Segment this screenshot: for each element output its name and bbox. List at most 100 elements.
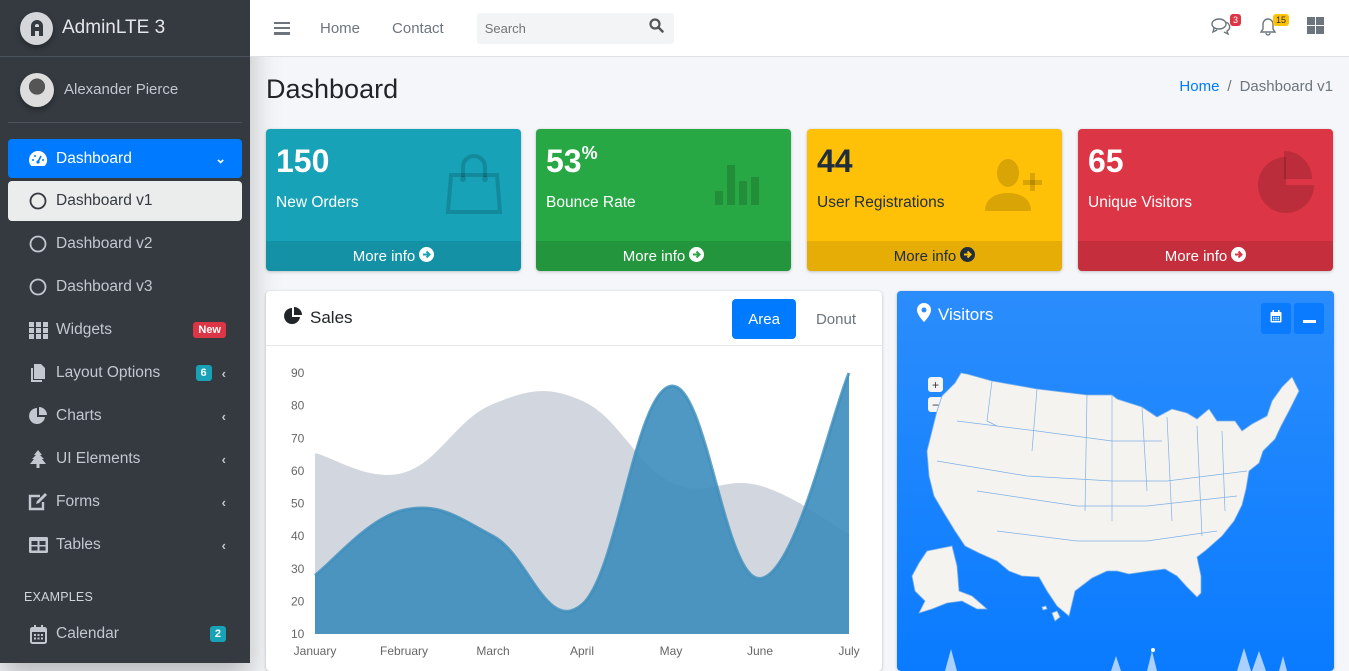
- chevron-left-icon: ‹: [221, 408, 226, 424]
- more-info-link[interactable]: More info: [807, 241, 1062, 271]
- y-tick-label: 20: [291, 594, 305, 608]
- arrow-circle-right-icon: [689, 246, 705, 266]
- sidebar-item-label: Dashboard v1: [56, 192, 153, 209]
- map-hawaii: [1041, 605, 1061, 622]
- hamburger-menu-icon[interactable]: [274, 21, 290, 35]
- sales-card: Sales Area Donut 10 20 30 40 50 60 70 80 90 Janua…: [266, 291, 882, 671]
- small-box-new-orders: 150 New Orders More info: [266, 129, 521, 271]
- sidebar-header-examples: EXAMPLES: [24, 590, 93, 604]
- search-input[interactable]: [484, 20, 635, 36]
- sidebar-item-dashboard[interactable]: Dashboard ⌄: [8, 139, 242, 178]
- breadcrumb-home[interactable]: Home: [1179, 78, 1219, 95]
- more-info-label: More info: [622, 247, 686, 265]
- chevron-down-icon: ⌄: [215, 150, 226, 166]
- sidebar-item-label: UI Elements: [56, 450, 141, 467]
- sidebar-item-calendar[interactable]: Calendar 2: [8, 614, 242, 654]
- notifications-badge: 15: [1272, 14, 1289, 26]
- sidebar-item-label: Dashboard: [56, 149, 132, 167]
- table-icon: [28, 535, 48, 555]
- th-icon: [28, 320, 48, 340]
- y-tick-label: 10: [291, 627, 305, 641]
- small-box-label: User Registrations: [817, 194, 945, 211]
- arrow-circle-right-icon: [419, 246, 435, 266]
- x-tick-label: March: [476, 644, 509, 658]
- tab-donut[interactable]: Donut: [800, 299, 872, 339]
- nav-link-home[interactable]: Home: [320, 20, 360, 37]
- brand-text: AdminLTE 3: [62, 17, 166, 38]
- nav-link-contact[interactable]: Contact: [392, 20, 444, 37]
- sidebar-item-ui-elements[interactable]: UI Elements ‹: [8, 439, 242, 479]
- sidebar-item-charts[interactable]: Charts ‹: [8, 396, 242, 436]
- more-info-label: More info: [352, 247, 416, 265]
- breadcrumb-current: Dashboard v1: [1239, 78, 1333, 95]
- page-title: Dashboard: [266, 74, 399, 104]
- x-tick-label: July: [838, 644, 859, 658]
- x-tick-label: February: [380, 644, 428, 658]
- card-title: Sales: [310, 308, 353, 327]
- control-sidebar-toggle[interactable]: [1307, 17, 1327, 37]
- sparkline-peaks: [945, 648, 1287, 671]
- y-tick-label: 90: [291, 366, 305, 380]
- chart-pie-icon: [28, 406, 48, 426]
- chevron-left-icon: ‹: [221, 365, 226, 381]
- y-tick-label: 80: [291, 399, 305, 413]
- map-contiguous-us: [926, 372, 1300, 617]
- more-info-link[interactable]: More info: [266, 241, 521, 271]
- sidebar-item-dashboard-v1[interactable]: Dashboard v1: [8, 181, 242, 221]
- pie-graph-icon: [1251, 151, 1321, 216]
- small-box-value: 44: [817, 143, 853, 179]
- avatar: [20, 72, 54, 107]
- y-tick-label: 40: [291, 529, 305, 543]
- shopping-bag-icon: [439, 151, 509, 216]
- count-badge: 6: [195, 365, 212, 381]
- user-panel[interactable]: Alexander Pierce: [8, 57, 242, 123]
- sidebar-item-label: Forms: [56, 493, 100, 510]
- chevron-left-icon: ‹: [221, 451, 226, 467]
- small-box-value: 53%: [546, 143, 598, 179]
- small-box-unique-visitors: 65 Unique Visitors More info: [1078, 129, 1333, 271]
- sidebar-item-label: Layout Options: [56, 364, 161, 381]
- x-tick-label: April: [570, 644, 594, 658]
- top-navbar: Home Contact 3 15: [250, 0, 1349, 57]
- more-info-link[interactable]: More info: [536, 241, 791, 271]
- sidebar-item-tables[interactable]: Tables ‹: [8, 525, 242, 565]
- y-tick-label: 50: [291, 497, 305, 511]
- new-badge: New: [193, 322, 226, 338]
- sidebar-item-forms[interactable]: Forms ‹: [8, 482, 242, 522]
- messages-badge: 3: [1229, 14, 1241, 26]
- user-name: Alexander Pierce: [64, 81, 179, 98]
- chart-tabs: Area Donut: [732, 299, 872, 339]
- small-box-label: New Orders: [276, 194, 359, 211]
- more-info-label: More info: [1164, 247, 1228, 265]
- bar-chart-icon: [709, 151, 779, 216]
- more-info-label: More info: [893, 247, 957, 265]
- main-sidebar: AdminLTE 3 Alexander Pierce Dashboard ⌄ …: [0, 0, 250, 663]
- edit-icon: [28, 492, 48, 512]
- circle-icon: [28, 234, 48, 254]
- sidebar-item-label: Calendar: [56, 625, 119, 642]
- y-tick-label: 60: [291, 464, 305, 478]
- sidebar-item-widgets[interactable]: Widgets New: [8, 310, 242, 350]
- visitors-card: Visitors + −: [897, 291, 1334, 671]
- search-icon[interactable]: [649, 18, 664, 38]
- y-tick-label: 30: [291, 562, 305, 576]
- brand-logo-icon: [20, 11, 53, 45]
- chevron-left-icon: ‹: [221, 494, 226, 510]
- sidebar-item-dashboard-v3[interactable]: Dashboard v3: [8, 267, 242, 307]
- notifications-dropdown[interactable]: 15: [1259, 14, 1289, 37]
- tab-area[interactable]: Area: [732, 299, 796, 339]
- tachometer-icon: [28, 149, 48, 169]
- sidebar-item-dashboard-v2[interactable]: Dashboard v2: [8, 224, 242, 264]
- more-info-link[interactable]: More info: [1078, 241, 1333, 271]
- brand-link[interactable]: AdminLTE 3: [0, 0, 250, 57]
- sidebar-item-layout-options[interactable]: Layout Options 6 ‹: [8, 353, 242, 393]
- breadcrumb-separator: /: [1227, 78, 1232, 95]
- circle-icon: [28, 277, 48, 297]
- sidebar-item-label: Charts: [56, 407, 102, 424]
- usa-map[interactable]: [897, 291, 1334, 671]
- breadcrumb: Home / Dashboard v1: [1179, 78, 1333, 95]
- messages-dropdown[interactable]: 3: [1211, 14, 1241, 39]
- comments-icon: [1211, 18, 1231, 39]
- sidebar-item-label: Dashboard v2: [56, 235, 153, 252]
- arrow-circle-right-icon: [960, 246, 976, 266]
